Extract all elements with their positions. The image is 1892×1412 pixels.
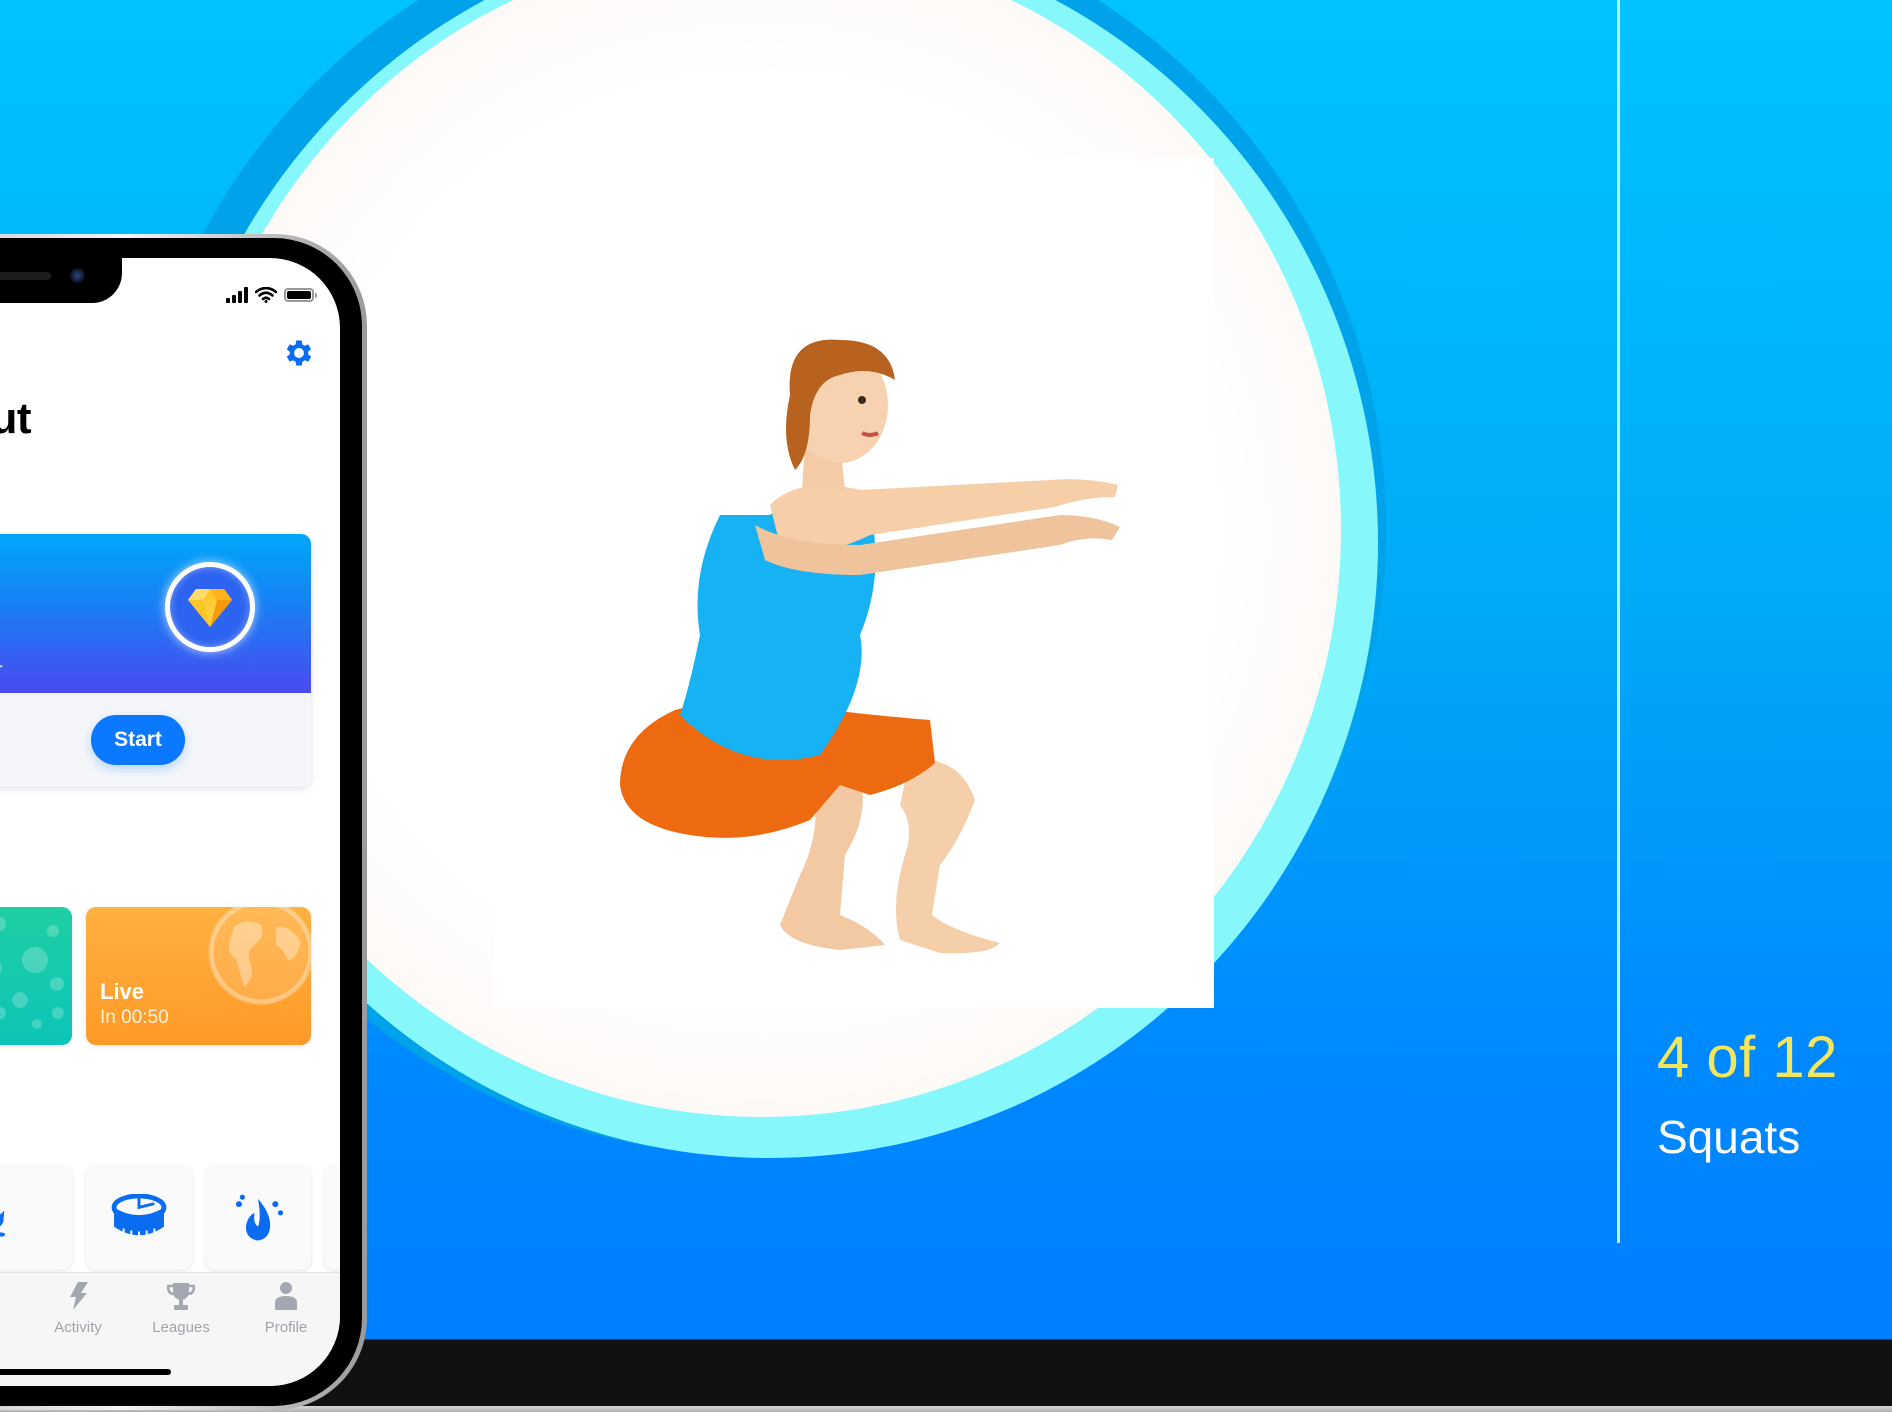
gear-icon[interactable] xyxy=(282,336,316,370)
exercise-name: Squats xyxy=(1657,1111,1801,1163)
globe-icon xyxy=(208,907,311,1005)
exercise-counter: 4 of 12 xyxy=(1657,1025,1838,1090)
phone-notch xyxy=(0,258,122,303)
program-card-header: ng of 4 xyxy=(0,534,311,693)
category-tile-partial[interactable] xyxy=(324,1165,340,1270)
page-title: ut xyxy=(0,394,31,443)
lightning-icon xyxy=(70,1282,88,1310)
sweat-flame-icon xyxy=(235,1194,284,1241)
tab-label: Profile xyxy=(264,1319,308,1336)
tab-label: Leagues xyxy=(152,1319,210,1336)
live-countdown: In 00:50 xyxy=(100,1007,169,1028)
squat-illustration xyxy=(620,339,1120,954)
battery-icon xyxy=(284,288,317,302)
green-workout-tile[interactable] xyxy=(0,907,72,1045)
front-camera xyxy=(70,268,85,283)
diamond-icon xyxy=(188,589,232,627)
speaker-grille xyxy=(0,272,51,280)
phone-screen: ut ng of 4 Start xyxy=(0,258,340,1386)
panel-divider xyxy=(1617,0,1620,1243)
program-card[interactable]: ng of 4 Start xyxy=(0,534,311,787)
trophy-icon xyxy=(167,1283,195,1310)
tab-activity[interactable]: Activity xyxy=(38,1281,118,1336)
front-leg xyxy=(896,759,1000,954)
tab-leagues[interactable]: Leagues xyxy=(141,1281,221,1336)
person-icon xyxy=(275,1282,297,1310)
home-indicator[interactable] xyxy=(0,1369,171,1375)
live-title: Live xyxy=(100,979,145,1004)
eye xyxy=(858,396,866,404)
stretching-cat-icon xyxy=(0,1210,5,1237)
start-button[interactable]: Start xyxy=(91,715,185,765)
measuring-tape-icon xyxy=(111,1193,167,1237)
wifi-icon xyxy=(255,287,277,303)
status-bar xyxy=(226,286,317,304)
program-progress: of 4 xyxy=(0,650,3,678)
cellular-signal-icon xyxy=(226,287,248,303)
category-tile-measure[interactable] xyxy=(86,1165,192,1270)
tab-label: Activity xyxy=(54,1319,102,1336)
live-tile[interactable]: Live In 00:50 xyxy=(86,907,311,1045)
achievement-badge xyxy=(165,562,255,652)
category-tile-stretching[interactable] xyxy=(0,1165,72,1270)
mouth xyxy=(861,431,879,437)
category-tile-burn[interactable] xyxy=(205,1165,311,1270)
tab-profile[interactable]: Profile xyxy=(246,1281,326,1336)
